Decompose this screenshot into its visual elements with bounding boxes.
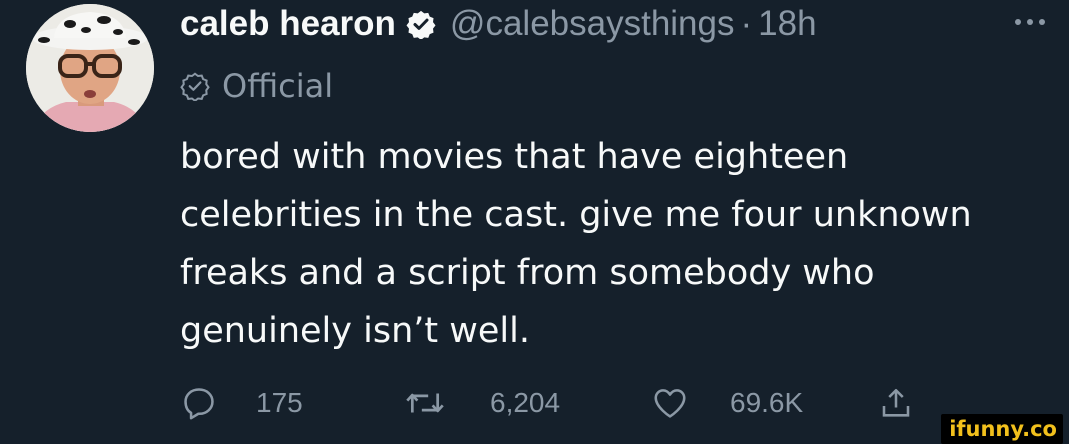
share-button[interactable] [878,378,914,428]
retweet-count: 6,204 [490,387,561,418]
heart-icon [654,389,686,418]
share-icon [882,388,910,417]
avatar[interactable] [26,4,154,132]
tweet-text: bored with movies that have eighteen cel… [180,128,1069,360]
retweet-icon [406,393,444,413]
verified-badge-icon [406,10,436,39]
separator-dot: · [740,4,753,43]
tweet-actions: 175 6,204 69.6K [180,378,980,428]
more-options-icon[interactable] [1000,4,1060,40]
tweet-timestamp[interactable]: 18h [758,4,816,44]
tweet: caleb hearon @calebsaysthings · 18h Offi… [0,0,1069,426]
tweet-header: caleb hearon @calebsaysthings · 18h [180,2,817,46]
tweet-text-line: genuinely isn’t well. [180,311,530,351]
ifunny-watermark: ifunny.co [941,414,1063,444]
retweet-button[interactable]: 6,204 [404,378,560,428]
author-name[interactable]: caleb hearon [180,4,396,44]
official-label[interactable]: Official [180,64,333,108]
author-handle[interactable]: @calebsaysthings [450,4,735,44]
tweet-text-line: freaks and a script from somebody who [180,253,875,293]
official-label-icon [180,72,210,101]
like-button[interactable]: 69.6K [650,378,803,428]
like-count: 69.6K [730,387,804,418]
tweet-text-line: bored with movies that have eighteen [180,137,849,177]
reply-count: 175 [256,387,303,418]
official-label-text: Official [222,67,334,105]
reply-button[interactable]: 175 [180,378,303,428]
avatar-image [26,4,154,132]
tweet-text-line: celebrities in the cast. give me four un… [180,195,972,235]
reply-icon [184,388,214,420]
watermark-bar: ifunny.co [0,414,1069,444]
